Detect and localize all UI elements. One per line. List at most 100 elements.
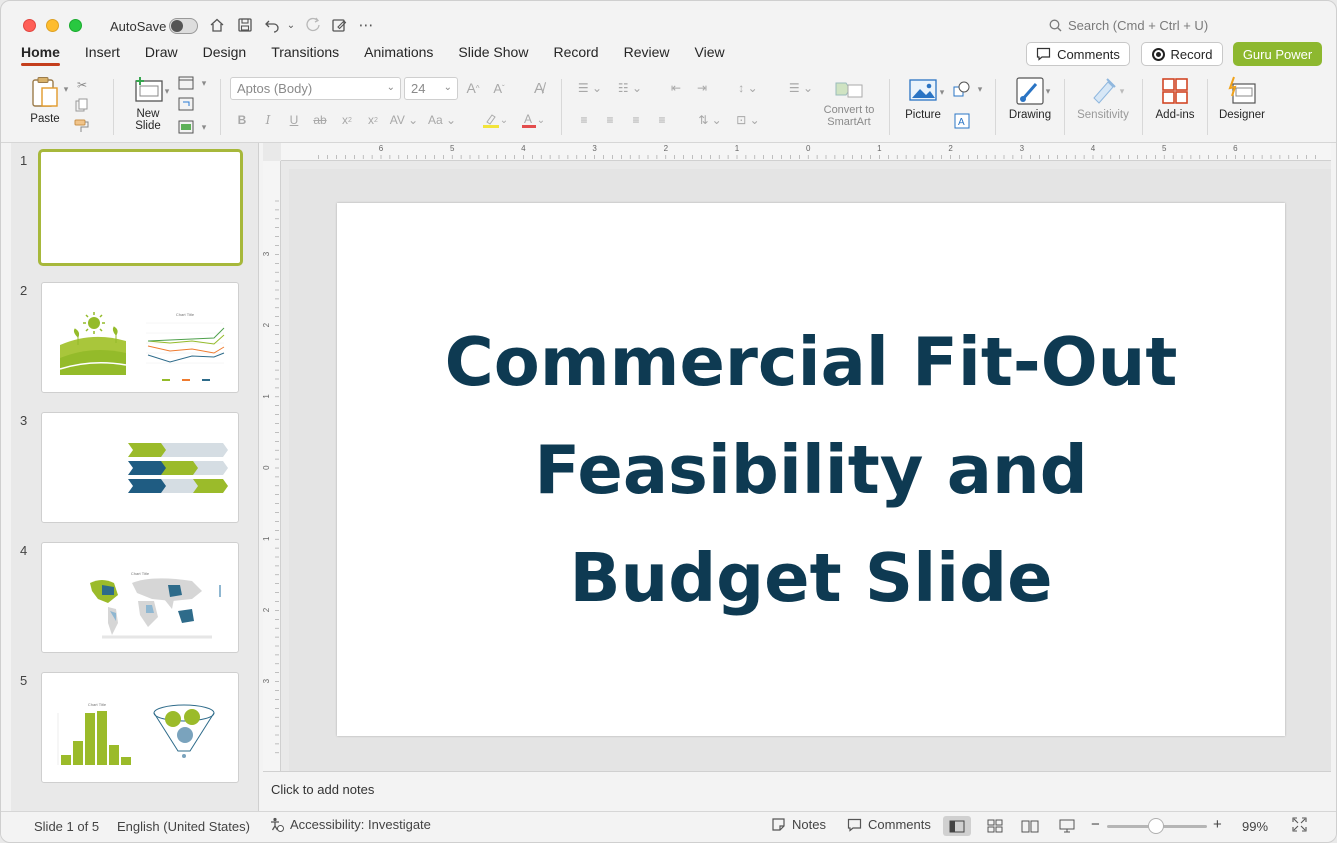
underline-icon[interactable]: U: [283, 110, 305, 130]
ruler-label: 4: [1091, 144, 1096, 153]
increase-indent-icon[interactable]: ⇥: [691, 78, 713, 98]
decrease-font-icon[interactable]: Aˇ: [488, 78, 510, 98]
bullets-icon[interactable]: ☰ ⌄: [573, 78, 607, 98]
bold-icon[interactable]: B: [231, 110, 253, 130]
normal-view-button[interactable]: [943, 816, 971, 836]
slide-title[interactable]: Commercial Fit-Out Feasibility and Budge…: [431, 308, 1191, 632]
reading-view-button[interactable]: [1016, 816, 1044, 836]
slide-title-line: Commercial Fit-Out: [444, 322, 1178, 401]
format-painter-icon[interactable]: [71, 116, 93, 136]
text-direction-icon[interactable]: ⇅ ⌄: [693, 110, 727, 130]
slide[interactable]: Commercial Fit-Out Feasibility and Budge…: [337, 203, 1285, 736]
picture-dropdown-icon[interactable]: ▾: [931, 82, 953, 102]
superscript-icon[interactable]: x2: [336, 110, 358, 130]
status-comments-label: Comments: [868, 817, 931, 832]
font-color-icon[interactable]: A ⌄: [516, 110, 550, 130]
undo-dropdown-icon[interactable]: ⌄: [281, 15, 301, 35]
reset-icon[interactable]: [175, 94, 197, 114]
zoom-out-button[interactable]: −: [1091, 816, 1100, 833]
change-case-icon[interactable]: Aa ⌄: [426, 110, 458, 130]
highlight-icon[interactable]: ⌄: [478, 110, 512, 130]
ruler-label: 0: [263, 465, 271, 470]
notes-button[interactable]: Notes: [771, 817, 826, 832]
align-right-icon[interactable]: ≡: [625, 110, 647, 130]
record-button[interactable]: Record: [1141, 42, 1223, 66]
tab-slide-show[interactable]: Slide Show: [458, 44, 528, 68]
addins-button[interactable]: Add-ins: [1151, 76, 1199, 121]
zoom-window-button[interactable]: [69, 19, 82, 32]
tab-draw[interactable]: Draw: [145, 44, 178, 68]
copy-icon[interactable]: [71, 95, 93, 115]
clear-formatting-icon[interactable]: A̸: [528, 78, 550, 98]
drawing-dropdown-icon[interactable]: ▾: [1037, 81, 1059, 101]
tab-transitions[interactable]: Transitions: [271, 44, 339, 68]
language-status[interactable]: English (United States): [117, 819, 250, 834]
autosave-toggle[interactable]: [169, 18, 198, 34]
home-icon[interactable]: [207, 15, 227, 35]
tab-insert[interactable]: Insert: [85, 44, 120, 68]
convert-smartart-button[interactable]: Convert to SmartArt: [819, 77, 879, 128]
cut-icon[interactable]: ✂: [71, 75, 93, 95]
slide-thumbnail-3[interactable]: [41, 412, 239, 523]
notes-pane[interactable]: Click to add notes: [263, 771, 1331, 811]
slide-sorter-button[interactable]: [981, 816, 1009, 836]
new-slide-label-2: Slide: [135, 120, 161, 132]
thumbnail-chart-title: Chart Title: [176, 312, 195, 317]
columns-icon[interactable]: ☰ ⌄: [784, 78, 818, 98]
slide-thumbnail-4[interactable]: Chart Title: [41, 542, 239, 653]
font-name-select[interactable]: Aptos (Body) ⌄: [230, 77, 401, 100]
textbox-icon[interactable]: A: [951, 111, 973, 131]
thumbnail-4-graphic: Chart Title: [90, 571, 221, 639]
slideshow-view-button[interactable]: [1053, 816, 1081, 836]
status-comments-button[interactable]: Comments: [847, 817, 931, 832]
notes-placeholder: Click to add notes: [271, 782, 375, 797]
section-dropdown-icon[interactable]: ▾: [193, 117, 215, 137]
font-size-select[interactable]: 24 ⌄: [404, 77, 458, 100]
thumbnail-3-graphic: [128, 443, 228, 493]
thumbnail-chart-title: Chart Title: [131, 571, 150, 576]
comments-button[interactable]: Comments: [1026, 42, 1130, 66]
character-spacing-icon[interactable]: AV ⌄: [388, 110, 420, 130]
more-icon[interactable]: ⋯: [356, 15, 376, 35]
close-window-button[interactable]: [23, 19, 36, 32]
tab-animations[interactable]: Animations: [364, 44, 433, 68]
align-left-icon[interactable]: ≡: [573, 110, 595, 130]
sensitivity-dropdown-icon[interactable]: ▾: [1111, 81, 1133, 101]
save-icon[interactable]: [235, 15, 255, 35]
italic-icon[interactable]: I: [257, 110, 279, 130]
fit-to-window-button[interactable]: [1292, 817, 1307, 835]
zoom-in-button[interactable]: +: [1213, 816, 1222, 833]
align-center-icon[interactable]: ≡: [599, 110, 621, 130]
slide-thumbnail-2[interactable]: Chart Title: [41, 282, 239, 393]
tab-design[interactable]: Design: [203, 44, 247, 68]
shapes-dropdown-icon[interactable]: ▾: [969, 79, 991, 99]
tab-view[interactable]: View: [695, 44, 725, 68]
strikethrough-icon[interactable]: ab: [309, 110, 331, 130]
status-bar: Slide 1 of 5 English (United States) Acc…: [1, 811, 1336, 839]
slide-thumbnail-1[interactable]: [38, 149, 243, 266]
accessibility-status[interactable]: Accessibility: Investigate: [269, 817, 431, 832]
tab-home[interactable]: Home: [21, 44, 60, 68]
layout-dropdown-icon[interactable]: ▾: [193, 73, 215, 93]
customize-icon[interactable]: [329, 15, 349, 35]
search-bar[interactable]: Search (Cmd + Ctrl + U): [1049, 18, 1208, 33]
minimize-window-button[interactable]: [46, 19, 59, 32]
thumbnail-2-graphic: Chart Title: [59, 312, 225, 381]
redo-icon[interactable]: [303, 15, 323, 35]
zoom-slider-handle[interactable]: [1148, 818, 1164, 834]
slide-thumbnail-5[interactable]: Chart Title: [41, 672, 239, 783]
undo-icon[interactable]: [262, 15, 282, 35]
align-text-icon[interactable]: ⊡ ⌄: [731, 110, 765, 130]
tab-review[interactable]: Review: [624, 44, 670, 68]
guru-power-button[interactable]: Guru Power: [1233, 42, 1322, 66]
subscript-icon[interactable]: x2: [362, 110, 384, 130]
designer-button[interactable]: Designer: [1215, 76, 1269, 121]
tab-record[interactable]: Record: [553, 44, 598, 68]
justify-icon[interactable]: ≡: [651, 110, 673, 130]
line-spacing-icon[interactable]: ↕ ⌄: [731, 78, 765, 98]
record-icon: [1151, 47, 1165, 61]
decrease-indent-icon[interactable]: ⇤: [665, 78, 687, 98]
numbering-icon[interactable]: ☷ ⌄: [613, 78, 647, 98]
zoom-level[interactable]: 99%: [1242, 819, 1268, 834]
increase-font-icon[interactable]: A ^: [462, 78, 484, 98]
